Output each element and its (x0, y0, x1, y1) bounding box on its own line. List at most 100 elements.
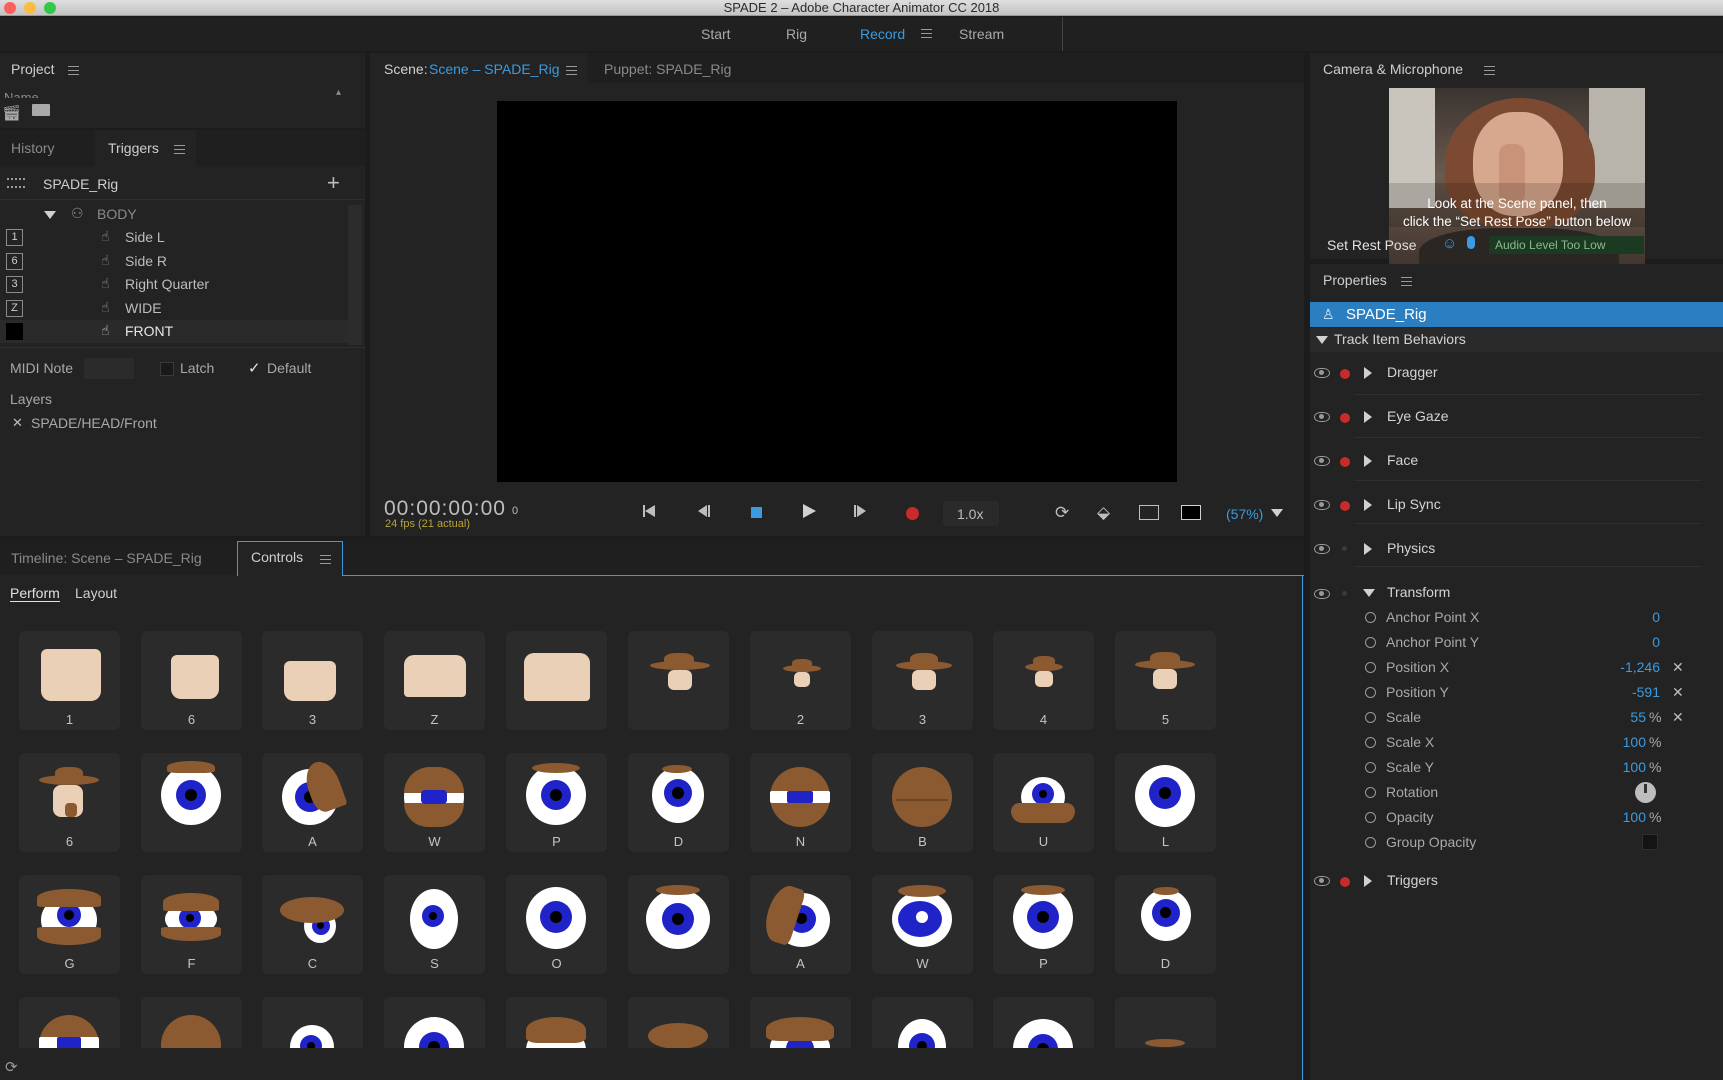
param-value[interactable]: 55 (1570, 709, 1646, 725)
microphone-icon[interactable] (1467, 236, 1475, 249)
trigger-item[interactable]: 1 ☝︎ Side L (0, 226, 348, 249)
keyframe-stopwatch-icon[interactable] (1365, 737, 1376, 748)
zoom-dropdown-icon[interactable] (1271, 509, 1283, 517)
control-button[interactable]: S (384, 875, 485, 974)
behavior-row[interactable]: Physics (1310, 524, 1723, 567)
control-button[interactable]: L (1115, 753, 1216, 852)
play-button[interactable] (803, 504, 816, 518)
reset-param-icon[interactable]: ✕ (1672, 659, 1684, 676)
collapse-arrow-icon[interactable] (44, 211, 56, 219)
param-row[interactable]: Rotation (1310, 780, 1723, 805)
visibility-eye-icon[interactable] (1314, 456, 1330, 466)
control-button[interactable]: Z (384, 631, 485, 730)
control-button[interactable]: 2 (750, 631, 851, 730)
project-name-header[interactable]: Name (4, 90, 39, 98)
step-back-icon[interactable] (698, 505, 707, 517)
param-value[interactable]: 0 (1580, 634, 1660, 650)
step-forward-bar[interactable] (854, 505, 856, 517)
expand-arrow-icon[interactable] (1364, 875, 1372, 887)
reset-param-icon[interactable]: ✕ (1672, 709, 1684, 726)
arm-record-dot-off[interactable] (1342, 591, 1347, 596)
control-button[interactable]: C (262, 875, 363, 974)
remove-layer-icon[interactable]: ✕ (12, 415, 23, 431)
step-back-bar[interactable] (708, 505, 710, 517)
expand-arrow-icon[interactable] (1364, 543, 1372, 555)
control-button[interactable] (141, 997, 242, 1048)
arm-record-dot[interactable] (1340, 877, 1350, 887)
control-button[interactable]: B (872, 753, 973, 852)
arm-record-dot[interactable] (1340, 413, 1350, 423)
trigger-item[interactable]: 6 ☝︎ Side R (0, 250, 348, 273)
workspace-tab-rig[interactable]: Rig (786, 26, 807, 42)
expand-arrow-icon[interactable] (1364, 499, 1372, 511)
control-button[interactable] (628, 631, 729, 730)
triggers-scrollbar[interactable] (348, 205, 362, 345)
behavior-row[interactable]: Lip Sync (1310, 481, 1723, 524)
set-rest-pose-button[interactable]: Set Rest Pose (1327, 237, 1417, 253)
control-button[interactable] (506, 997, 607, 1048)
go-to-start-arrow[interactable] (645, 505, 655, 517)
control-button[interactable] (262, 997, 363, 1048)
visibility-eye-icon[interactable] (1314, 876, 1330, 886)
scene-stage[interactable] (497, 101, 1177, 482)
keyframe-stopwatch-icon[interactable] (1365, 812, 1376, 823)
param-value[interactable]: 100 (1570, 809, 1646, 825)
subtab-layout[interactable]: Layout (75, 585, 117, 601)
keyframe-stopwatch-icon[interactable] (1365, 837, 1376, 848)
param-row[interactable]: Scale X 100 % (1310, 730, 1723, 755)
clapperboard-icon[interactable]: 🎬︎ (2, 104, 21, 122)
keyframe-stopwatch-icon[interactable] (1365, 762, 1376, 773)
control-button[interactable]: 3 (262, 631, 363, 730)
trigger-item-selected[interactable]: ☝︎ FRONT (0, 320, 348, 343)
workspace-menu-icon[interactable] (921, 29, 932, 38)
folder-icon[interactable] (32, 104, 50, 116)
collapse-arrow-icon[interactable] (1363, 589, 1375, 597)
collapse-arrow-icon[interactable] (1316, 336, 1328, 344)
sort-arrow-icon[interactable]: ▴ (336, 87, 341, 98)
visibility-eye-icon[interactable] (1314, 368, 1330, 378)
control-button[interactable] (1115, 997, 1216, 1048)
group-opacity-checkbox[interactable] (1642, 834, 1658, 850)
control-button[interactable] (19, 997, 120, 1048)
refresh-icon[interactable]: ⟳ (5, 1058, 18, 1076)
control-button[interactable]: W (872, 875, 973, 974)
control-button[interactable] (384, 997, 485, 1048)
param-row[interactable]: Anchor Point X 0 (1310, 605, 1723, 630)
stop-button[interactable] (751, 507, 762, 518)
param-value[interactable]: -591 (1580, 684, 1660, 700)
control-button[interactable] (628, 997, 729, 1048)
control-button[interactable] (993, 997, 1094, 1048)
behavior-row[interactable]: Eye Gaze (1310, 395, 1723, 438)
arm-record-dot[interactable] (1340, 457, 1350, 467)
tab-triggers[interactable]: Triggers (108, 140, 159, 156)
param-row[interactable]: Scale 55 % ✕ (1310, 705, 1723, 730)
control-button[interactable]: 5 (1115, 631, 1216, 730)
reset-param-icon[interactable]: ✕ (1672, 684, 1684, 701)
behavior-row-transform[interactable]: Transform (1310, 567, 1723, 600)
control-button[interactable] (506, 631, 607, 730)
param-row[interactable]: Group Opacity (1310, 830, 1723, 855)
control-button[interactable]: 1 (19, 631, 120, 730)
control-button[interactable]: 6 (19, 753, 120, 852)
subtab-perform[interactable]: Perform (10, 585, 60, 602)
arm-record-dot[interactable] (1340, 369, 1350, 379)
expand-arrow-icon[interactable] (1364, 367, 1372, 379)
control-button[interactable]: P (506, 753, 607, 852)
zoom-level[interactable]: (57%) (1226, 506, 1263, 522)
stage-frame-icon[interactable] (1181, 505, 1201, 520)
record-button[interactable] (906, 507, 919, 520)
expand-arrow-icon[interactable] (1364, 411, 1372, 423)
add-trigger-icon[interactable]: + (327, 170, 340, 196)
keyframe-stopwatch-icon[interactable] (1365, 637, 1376, 648)
control-button[interactable] (628, 875, 729, 974)
param-row[interactable]: Scale Y 100 % (1310, 755, 1723, 780)
controls-panel-menu-icon[interactable] (320, 555, 331, 564)
tab-history[interactable]: History (11, 140, 55, 156)
control-button[interactable]: 6 (141, 631, 242, 730)
visibility-eye-icon[interactable] (1314, 589, 1330, 599)
project-panel-menu-icon[interactable] (68, 66, 79, 75)
param-row[interactable]: Position Y -591 ✕ (1310, 680, 1723, 705)
control-button[interactable]: D (1115, 875, 1216, 974)
visibility-eye-icon[interactable] (1314, 412, 1330, 422)
behavior-row[interactable]: Face (1310, 438, 1723, 481)
